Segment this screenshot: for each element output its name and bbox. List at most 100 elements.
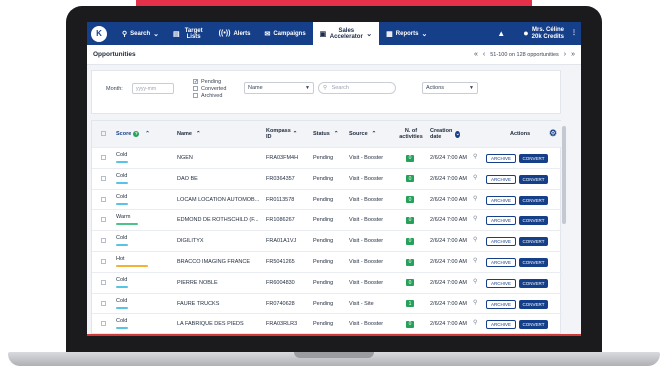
archive-button[interactable]: ARCHIVE xyxy=(486,154,516,163)
col-status[interactable]: Status ⌃ xyxy=(313,121,338,147)
col-activities[interactable]: N. of activities xyxy=(397,121,425,147)
archive-button[interactable]: ARCHIVE xyxy=(486,258,516,267)
nav-target-lists[interactable]: ▤ Target Lists xyxy=(166,22,212,45)
col-source[interactable]: Source ⌃ xyxy=(349,121,376,147)
convert-button[interactable]: CONVERT xyxy=(519,195,548,205)
table-row[interactable]: Cold DIGILITYX FRA01A1VJ Pending Visit - Boo… xyxy=(92,230,562,251)
checkbox[interactable] xyxy=(193,93,198,99)
archive-button[interactable]: ARCHIVE xyxy=(486,299,516,309)
table-row[interactable]: Cold LOCAM LOCATION AUTOMOB... FR0113578 Pe… xyxy=(92,188,562,210)
logo-icon[interactable]: K xyxy=(91,25,107,42)
settings-gear-icon[interactable]: ⚙ xyxy=(549,128,557,139)
company-name[interactable]: BRACCO IMAGING FRANCE xyxy=(177,252,250,272)
archive-button[interactable]: ARCHIVE xyxy=(486,320,516,330)
convert-button[interactable]: CONVERT xyxy=(519,299,548,309)
sort-up-icon[interactable]: ⌃ xyxy=(334,131,339,137)
magnifier-icon[interactable]: ⚲ xyxy=(473,257,477,264)
status-pending[interactable]: ✓ Pending xyxy=(193,79,226,86)
table-row[interactable]: Cold DAO BE FR0364357 Pending Visit - Booste… xyxy=(92,167,562,189)
table-row[interactable]: Warm EDMOND DE ROTHSCHILD (F... FR1086267 P… xyxy=(92,209,562,230)
status-archived[interactable]: Archived xyxy=(193,93,226,100)
company-name[interactable]: FAURE TRUCKS xyxy=(177,294,219,314)
row-checkbox[interactable] xyxy=(101,175,106,181)
actions-select[interactable]: Actions ▼ xyxy=(422,82,478,94)
company-name[interactable]: DIGILITYX xyxy=(177,231,204,251)
table-row[interactable]: Cold LA FABRIQUE DES PIEDS FRA03RLR3 Pendin… xyxy=(92,313,562,334)
archive-button[interactable]: ARCHIVE xyxy=(486,237,516,247)
convert-button[interactable]: CONVERT xyxy=(519,237,548,247)
row-checkbox[interactable] xyxy=(101,300,106,306)
row-checkbox[interactable] xyxy=(101,196,106,202)
row-checkbox[interactable] xyxy=(101,259,106,264)
prev-page-icon[interactable]: ‹ xyxy=(483,51,485,58)
company-name[interactable]: LOCAM LOCATION AUTOMOB... xyxy=(177,190,259,210)
company-name[interactable]: PIERRE NOBLE xyxy=(177,273,218,293)
col-creation-date[interactable]: Creation date ⌄ xyxy=(430,121,460,147)
score-bar xyxy=(116,285,128,288)
scrollbar[interactable] xyxy=(562,126,566,224)
archive-button[interactable]: ARCHIVE xyxy=(486,195,516,205)
magnifier-icon[interactable]: ⚲ xyxy=(473,319,477,326)
last-page-icon[interactable]: » xyxy=(571,51,575,58)
table-row[interactable]: Cold NGEN FRA03FM4H Pending Visit - Booster 0… xyxy=(92,147,562,168)
checkbox[interactable] xyxy=(193,86,198,92)
convert-button[interactable]: CONVERT xyxy=(519,258,548,267)
bell-icon[interactable]: ▲ xyxy=(497,29,505,38)
sort-active-icon[interactable]: ⌄ xyxy=(455,130,460,138)
row-checkbox[interactable] xyxy=(101,217,106,223)
col-name[interactable]: Name ⌃ xyxy=(177,121,201,147)
month-input[interactable]: yyyy-mm xyxy=(132,83,174,94)
source: Visit - Site xyxy=(349,300,374,307)
nav-sales-accelerator[interactable]: ▣ Sales Accelerator ⌄ xyxy=(312,22,380,45)
convert-button[interactable]: CONVERT xyxy=(519,278,548,288)
row-checkbox[interactable] xyxy=(101,321,106,327)
company-name[interactable]: EDMOND DE ROTHSCHILD (F... xyxy=(177,210,259,230)
archive-button[interactable]: ARCHIVE xyxy=(486,278,516,288)
col-score[interactable]: Score ? ⌃ xyxy=(116,121,150,147)
table-row[interactable]: Cold FAURE TRUCKS FR0740628 Pending Visit - … xyxy=(92,292,562,314)
magnifier-icon[interactable]: ⚲ xyxy=(473,278,477,285)
sort-up-icon[interactable]: ⌃ xyxy=(196,131,201,137)
col-kompass-id[interactable]: Kompass ID ⌃ xyxy=(266,121,298,147)
magnifier-icon[interactable]: ⚲ xyxy=(473,153,477,160)
magnifier-icon[interactable]: ⚲ xyxy=(473,299,477,306)
checkbox-checked[interactable]: ✓ xyxy=(193,79,198,85)
table-row[interactable]: Hot BRACCO IMAGING FRANCE FR5041265 Pending… xyxy=(92,251,562,272)
company-name[interactable]: NGEN xyxy=(177,148,193,168)
sort-up-icon[interactable]: ⌃ xyxy=(145,131,150,137)
user-menu[interactable]: ● Mrs. Céline 20k Credits ⋮ xyxy=(523,27,581,41)
name-select[interactable]: Name ▼ xyxy=(244,82,314,94)
nav-campaigns[interactable]: ✉ Campaigns xyxy=(257,22,312,45)
search-input[interactable]: ⚲ Search xyxy=(318,82,396,94)
convert-button[interactable]: CONVERT xyxy=(519,320,548,330)
row-checkbox[interactable] xyxy=(101,279,106,285)
list-icon: ▤ xyxy=(173,30,180,38)
next-page-icon[interactable]: › xyxy=(564,51,566,58)
convert-button[interactable]: CONVERT xyxy=(519,216,548,226)
company-name[interactable]: LA FABRIQUE DES PIEDS xyxy=(177,314,244,334)
convert-button[interactable]: CONVERT xyxy=(519,154,548,163)
convert-button[interactable]: CONVERT xyxy=(519,174,548,184)
magnifier-icon[interactable]: ⚲ xyxy=(473,174,477,181)
first-page-icon[interactable]: « xyxy=(474,51,478,58)
company-name[interactable]: DAO BE xyxy=(177,169,198,189)
sort-up-icon[interactable]: ⌃ xyxy=(293,131,298,137)
more-vert-icon[interactable]: ⋮ xyxy=(571,30,577,37)
status: Pending xyxy=(313,175,334,182)
status-converted[interactable]: Converted xyxy=(193,86,226,93)
magnifier-icon[interactable]: ⚲ xyxy=(473,195,477,202)
archive-button[interactable]: ARCHIVE xyxy=(486,174,516,184)
nav-alerts[interactable]: ((•)) Alerts xyxy=(212,22,258,45)
sort-up-icon[interactable]: ⌃ xyxy=(372,131,377,137)
row-checkbox[interactable] xyxy=(101,238,106,244)
row-checkbox[interactable] xyxy=(101,155,106,160)
table-row[interactable]: Cold PIERRE NOBLE FR6004830 Pending Visit - … xyxy=(92,271,562,293)
search-icon: ⚲ xyxy=(122,30,128,38)
magnifier-icon[interactable]: ⚲ xyxy=(473,236,477,243)
nav-target-lists-label: Target Lists xyxy=(184,27,203,40)
archive-button[interactable]: ARCHIVE xyxy=(486,216,516,226)
nav-search[interactable]: ⚲ Search ⌄ xyxy=(115,22,166,45)
nav-reports[interactable]: ▦ Reports ⌄ xyxy=(379,22,434,45)
select-all-checkbox[interactable] xyxy=(101,131,106,136)
magnifier-icon[interactable]: ⚲ xyxy=(473,215,477,222)
